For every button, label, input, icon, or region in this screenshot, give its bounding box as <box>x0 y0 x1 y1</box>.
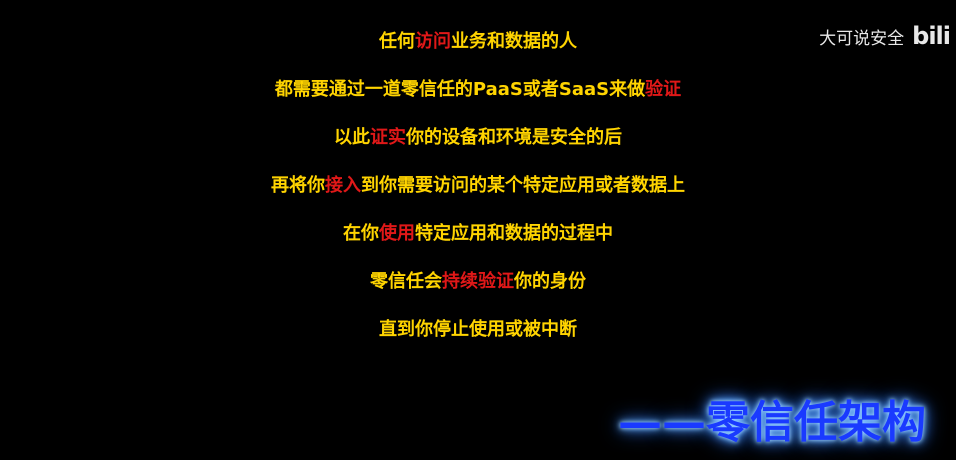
highlight-segment: 接入 <box>325 175 361 196</box>
line-segment: 你的身份 <box>514 271 586 292</box>
line-segment: 你的设备和环境是安全的后 <box>406 127 622 148</box>
line-segment: 业务和数据的人 <box>451 31 577 52</box>
line-segment: 到你需要访问的某个特定应用或者数据上 <box>361 175 685 196</box>
subtitle-block: 任何访问业务和数据的人 都需要通过一道零信任的PaaS或者SaaS来做验证 以此… <box>0 18 956 354</box>
highlight-segment: 使用 <box>379 223 415 244</box>
highlight-segment: 访问 <box>415 31 451 52</box>
subtitle-line: 以此证实你的设备和环境是安全的后 <box>0 114 956 162</box>
highlight-segment: 证实 <box>370 127 406 148</box>
subtitle-line: 在你使用特定应用和数据的过程中 <box>0 210 956 258</box>
line-segment: 以此 <box>334 127 370 148</box>
subtitle-line: 都需要通过一道零信任的PaaS或者SaaS来做验证 <box>0 66 956 114</box>
subtitle-line: 再将你接入到你需要访问的某个特定应用或者数据上 <box>0 162 956 210</box>
subtitle-line: 零信任会持续验证你的身份 <box>0 258 956 306</box>
line-segment: 再将你 <box>271 175 325 196</box>
highlight-segment: 验证 <box>645 79 682 100</box>
subtitle-line: 任何访问业务和数据的人 <box>0 18 956 66</box>
line-segment: 都需要通过一道零信任的PaaS或者SaaS来做 <box>274 79 646 100</box>
line-segment: 直到你停止使用或被中断 <box>379 319 577 340</box>
line-segment: 零信任会 <box>370 271 442 292</box>
subtitle-line: 直到你停止使用或被中断 <box>0 306 956 354</box>
line-segment: 特定应用和数据的过程中 <box>415 223 613 244</box>
line-segment: 任何 <box>379 31 415 52</box>
line-segment: 在你 <box>343 223 379 244</box>
highlight-segment: 持续验证 <box>442 271 514 292</box>
zero-trust-architecture-caption: ——零信任架构 <box>618 397 926 448</box>
